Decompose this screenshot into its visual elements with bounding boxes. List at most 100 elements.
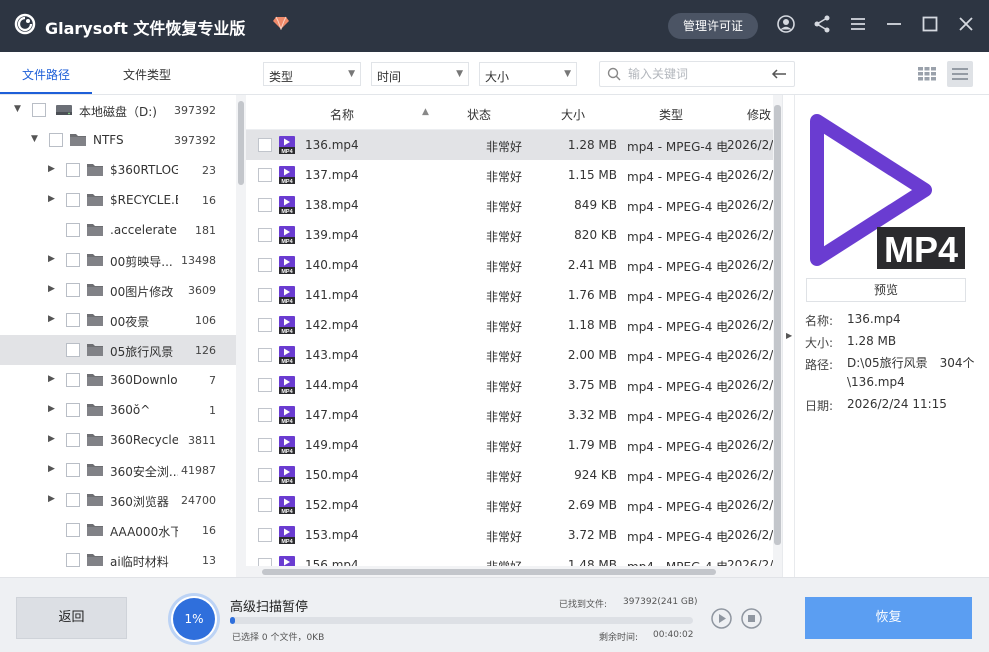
chevron-right-icon[interactable]: ▶: [48, 434, 58, 446]
column-header-type[interactable]: 类型: [659, 106, 683, 123]
row-checkbox[interactable]: [258, 528, 272, 542]
tree-item-checkbox[interactable]: [66, 193, 80, 207]
tree-item[interactable]: ▶ 360安全浏... 41987: [0, 455, 236, 485]
tree-item[interactable]: ▶ 360浏览器 24700: [0, 485, 236, 515]
tree-item[interactable]: ▶ 360Downloads 7: [0, 365, 236, 395]
tree-item[interactable]: ▶ $RECYCLE.BIN 16: [0, 185, 236, 215]
row-checkbox[interactable]: [258, 408, 272, 422]
column-header-name[interactable]: 名称: [330, 106, 354, 123]
chevron-down-icon[interactable]: ▼: [14, 104, 24, 116]
tree-item[interactable]: ▶ $360RTLOG$ 23: [0, 155, 236, 185]
preview-splitter[interactable]: ▶: [782, 95, 795, 577]
type-filter-select[interactable]: 类型 ▼: [263, 62, 361, 86]
tree-item[interactable]: ▶ 00图片修改 3609: [0, 275, 236, 305]
size-filter-select[interactable]: 大小 ▼: [479, 62, 577, 86]
tree-item[interactable]: AAA000水下... 16: [0, 515, 236, 545]
row-checkbox[interactable]: [258, 228, 272, 242]
row-checkbox[interactable]: [258, 168, 272, 182]
collapse-preview-icon[interactable]: ▶: [786, 331, 792, 340]
back-button[interactable]: 返回: [16, 597, 127, 639]
chevron-right-icon[interactable]: ▶: [48, 494, 58, 506]
chevron-right-icon[interactable]: ▶: [48, 374, 58, 386]
table-row[interactable]: MP4 147.mp4 非常好 3.32 MB mp4 - MPEG-4 电 2026/2…: [246, 400, 773, 430]
tree-scrollbar[interactable]: [236, 95, 246, 577]
tree-item-checkbox[interactable]: [66, 253, 80, 267]
tree-item-checkbox[interactable]: [66, 223, 80, 237]
row-checkbox[interactable]: [258, 348, 272, 362]
tree-item-checkbox[interactable]: [66, 163, 80, 177]
column-header-size[interactable]: 大小: [561, 106, 585, 123]
tree-item[interactable]: ▶ 00剪映导... 13498: [0, 245, 236, 275]
table-row[interactable]: MP4 136.mp4 非常好 1.28 MB mp4 - MPEG-4 电 2026/2…: [246, 130, 773, 160]
row-checkbox[interactable]: [258, 138, 272, 152]
table-row[interactable]: MP4 141.mp4 非常好 1.76 MB mp4 - MPEG-4 电 2026/2…: [246, 280, 773, 310]
chevron-right-icon[interactable]: ▶: [48, 404, 58, 416]
preview-button[interactable]: 预览: [806, 278, 966, 302]
tree-item-checkbox[interactable]: [66, 433, 80, 447]
enter-arrow-icon[interactable]: [771, 68, 787, 80]
table-row[interactable]: MP4 144.mp4 非常好 3.75 MB mp4 - MPEG-4 电 2026/2…: [246, 370, 773, 400]
column-header-status[interactable]: 状态: [467, 106, 491, 123]
tree-item-checkbox[interactable]: [66, 403, 80, 417]
tree-item[interactable]: .accelerate 181: [0, 215, 236, 245]
table-row[interactable]: MP4 139.mp4 非常好 820 KB mp4 - MPEG-4 电 2026/2/: [246, 220, 773, 250]
tree-item-checkbox[interactable]: [66, 553, 80, 567]
tree-item-checkbox[interactable]: [66, 373, 80, 387]
row-checkbox[interactable]: [258, 438, 272, 452]
table-row[interactable]: MP4 150.mp4 非常好 924 KB mp4 - MPEG-4 电 2026/2/: [246, 460, 773, 490]
maximize-icon[interactable]: [920, 14, 940, 34]
row-checkbox[interactable]: [258, 198, 272, 212]
chevron-right-icon[interactable]: ▶: [48, 314, 58, 326]
tree-item[interactable]: 05旅行风景 126: [0, 335, 236, 365]
recover-button[interactable]: 恢复: [805, 597, 972, 639]
file-list-horizontal-scrollbar[interactable]: [246, 566, 773, 577]
tree-item[interactable]: ▼ NTFS 397392: [0, 125, 236, 155]
chevron-right-icon[interactable]: ▶: [48, 254, 58, 266]
tree-item-checkbox[interactable]: [66, 313, 80, 327]
file-list-scrollbar-thumb[interactable]: [774, 105, 781, 545]
tree-item[interactable]: ▶ 00夜景 106: [0, 305, 236, 335]
row-checkbox[interactable]: [258, 318, 272, 332]
time-filter-select[interactable]: 时间 ▼: [371, 62, 469, 86]
tab-file-type[interactable]: 文件类型: [123, 66, 171, 83]
close-icon[interactable]: [956, 14, 976, 34]
row-checkbox[interactable]: [258, 258, 272, 272]
tree-item-checkbox[interactable]: [66, 343, 80, 357]
tree-item[interactable]: ▶ 360RecycleBin 3811: [0, 425, 236, 455]
minimize-icon[interactable]: [884, 14, 904, 34]
tree-item[interactable]: ai临时材料 13: [0, 545, 236, 575]
chevron-right-icon[interactable]: ▶: [48, 284, 58, 296]
tree-scrollbar-thumb[interactable]: [238, 101, 244, 185]
chevron-right-icon[interactable]: ▶: [48, 194, 58, 206]
row-checkbox[interactable]: [258, 378, 272, 392]
table-row[interactable]: MP4 142.mp4 非常好 1.18 MB mp4 - MPEG-4 电 2026/2…: [246, 310, 773, 340]
table-row[interactable]: MP4 153.mp4 非常好 3.72 MB mp4 - MPEG-4 电 2026/2…: [246, 520, 773, 550]
horizontal-scrollbar-thumb[interactable]: [262, 569, 716, 575]
search-input[interactable]: [628, 65, 768, 83]
table-row[interactable]: MP4 140.mp4 非常好 2.41 MB mp4 - MPEG-4 电 2026/2…: [246, 250, 773, 280]
grid-view-icon[interactable]: [918, 66, 936, 82]
table-row[interactable]: MP4 149.mp4 非常好 1.79 MB mp4 - MPEG-4 电 2026/2…: [246, 430, 773, 460]
table-row[interactable]: MP4 138.mp4 非常好 849 KB mp4 - MPEG-4 电 2026/2/: [246, 190, 773, 220]
resume-scan-icon[interactable]: [711, 608, 732, 629]
table-row[interactable]: MP4 143.mp4 非常好 2.00 MB mp4 - MPEG-4 电 2026/2…: [246, 340, 773, 370]
share-icon[interactable]: [812, 14, 832, 34]
tree-item-checkbox[interactable]: [66, 493, 80, 507]
row-checkbox[interactable]: [258, 288, 272, 302]
table-row[interactable]: MP4 137.mp4 非常好 1.15 MB mp4 - MPEG-4 电 2026/2…: [246, 160, 773, 190]
manage-license-button[interactable]: 管理许可证: [668, 13, 758, 39]
tree-item-checkbox[interactable]: [66, 283, 80, 297]
tree-item[interactable]: ▶ 360ŏ^ 1: [0, 395, 236, 425]
tree-item-checkbox[interactable]: [49, 133, 63, 147]
chevron-right-icon[interactable]: ▶: [48, 164, 58, 176]
row-checkbox[interactable]: [258, 468, 272, 482]
file-list-scrollbar[interactable]: [773, 95, 782, 577]
tree-item-checkbox[interactable]: [66, 463, 80, 477]
chevron-down-icon[interactable]: ▼: [31, 134, 41, 146]
chevron-right-icon[interactable]: ▶: [48, 464, 58, 476]
list-view-button[interactable]: [947, 61, 973, 87]
menu-icon[interactable]: [848, 14, 868, 34]
tree-item[interactable]: ▼ 本地磁盘（D:) 397392: [0, 95, 236, 125]
column-header-modified[interactable]: 修改: [747, 106, 771, 123]
tab-file-path[interactable]: 文件路径: [22, 66, 70, 83]
